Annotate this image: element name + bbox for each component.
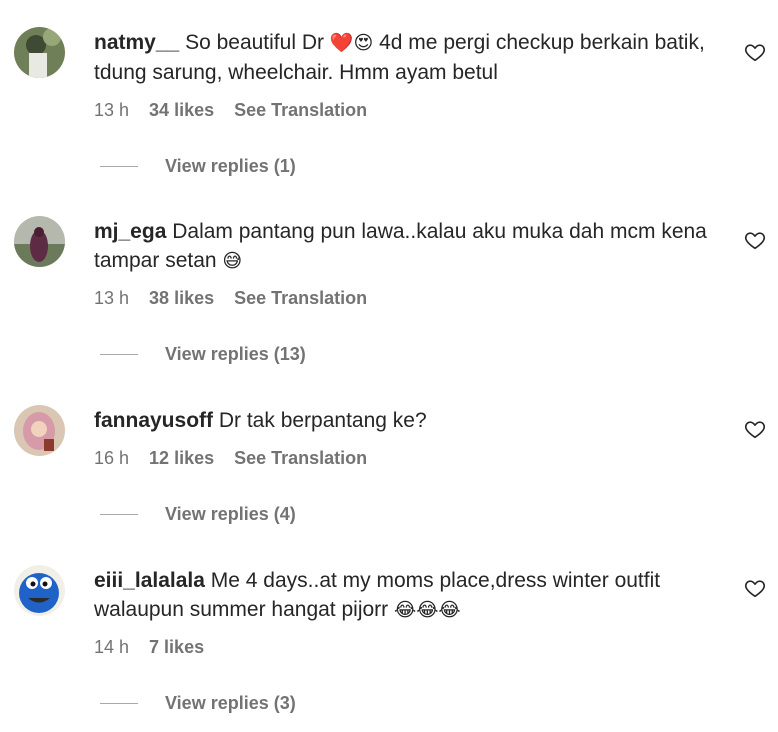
view-replies-button[interactable]: View replies (3)	[100, 692, 296, 714]
avatar[interactable]	[14, 405, 65, 456]
comment-username[interactable]: fannayusoff	[94, 409, 213, 432]
like-heart-icon[interactable]	[744, 418, 766, 440]
comment-time: 14 h	[94, 637, 130, 657]
view-replies-label[interactable]: View replies (4)	[165, 503, 296, 525]
emoji: 😂😂😂	[394, 599, 461, 621]
comment-text: mj_ega Dalam pantang pun lawa..kalau aku…	[94, 217, 734, 276]
comment-text: fannayusoff Dr tak berpantang ke?	[94, 406, 734, 435]
view-replies-label[interactable]: View replies (13)	[165, 343, 306, 365]
comment-body: So beautiful Dr	[185, 31, 330, 54]
like-heart-icon[interactable]	[744, 41, 766, 63]
comment-text: natmy__ So beautiful Dr ❤️😍 4d me pergi …	[94, 28, 734, 87]
see-translation-link[interactable]: See Translation	[234, 287, 367, 309]
comment-likes[interactable]: 7 likes	[149, 636, 204, 658]
avatar[interactable]	[14, 216, 65, 267]
replies-divider	[100, 353, 138, 355]
comment-text: eiii_lalalala Me 4 days..at my moms plac…	[94, 566, 734, 625]
comment-time: 13 h	[94, 288, 130, 308]
comment-likes[interactable]: 34 likes	[149, 99, 214, 121]
replies-divider	[100, 165, 138, 167]
emoji: 😅	[222, 250, 243, 272]
emoji: ❤️😍	[329, 32, 374, 54]
view-replies-button[interactable]: View replies (4)	[100, 503, 296, 525]
comment-likes[interactable]: 38 likes	[149, 287, 214, 309]
comment-likes[interactable]: 12 likes	[149, 447, 214, 469]
see-translation-link[interactable]: See Translation	[234, 447, 367, 469]
like-heart-icon[interactable]	[744, 229, 766, 251]
comment-time: 13 h	[94, 100, 130, 120]
see-translation-link[interactable]: See Translation	[234, 99, 367, 121]
comment-meta: 14 h 7 likes	[94, 636, 204, 658]
comment-time: 16 h	[94, 448, 130, 468]
comment-username[interactable]: mj_ega	[94, 220, 166, 243]
replies-divider	[100, 702, 138, 704]
view-replies-button[interactable]: View replies (1)	[100, 155, 296, 177]
comment-body: Dr tak berpantang ke?	[218, 409, 427, 432]
comment-username[interactable]: eiii_lalalala	[94, 569, 205, 592]
replies-divider	[100, 513, 138, 515]
comment-meta: 13 h 34 likes See Translation	[94, 99, 367, 121]
avatar[interactable]	[14, 27, 65, 78]
comment-username[interactable]: natmy__	[94, 31, 179, 54]
like-heart-icon[interactable]	[744, 577, 766, 599]
view-replies-label[interactable]: View replies (3)	[165, 692, 296, 714]
comment-meta: 13 h 38 likes See Translation	[94, 287, 367, 309]
view-replies-button[interactable]: View replies (13)	[100, 343, 306, 365]
avatar[interactable]	[14, 565, 65, 616]
view-replies-label[interactable]: View replies (1)	[165, 155, 296, 177]
comment-meta: 16 h 12 likes See Translation	[94, 447, 367, 469]
comment-body: Dalam pantang pun lawa..kalau aku muka d…	[94, 220, 707, 272]
